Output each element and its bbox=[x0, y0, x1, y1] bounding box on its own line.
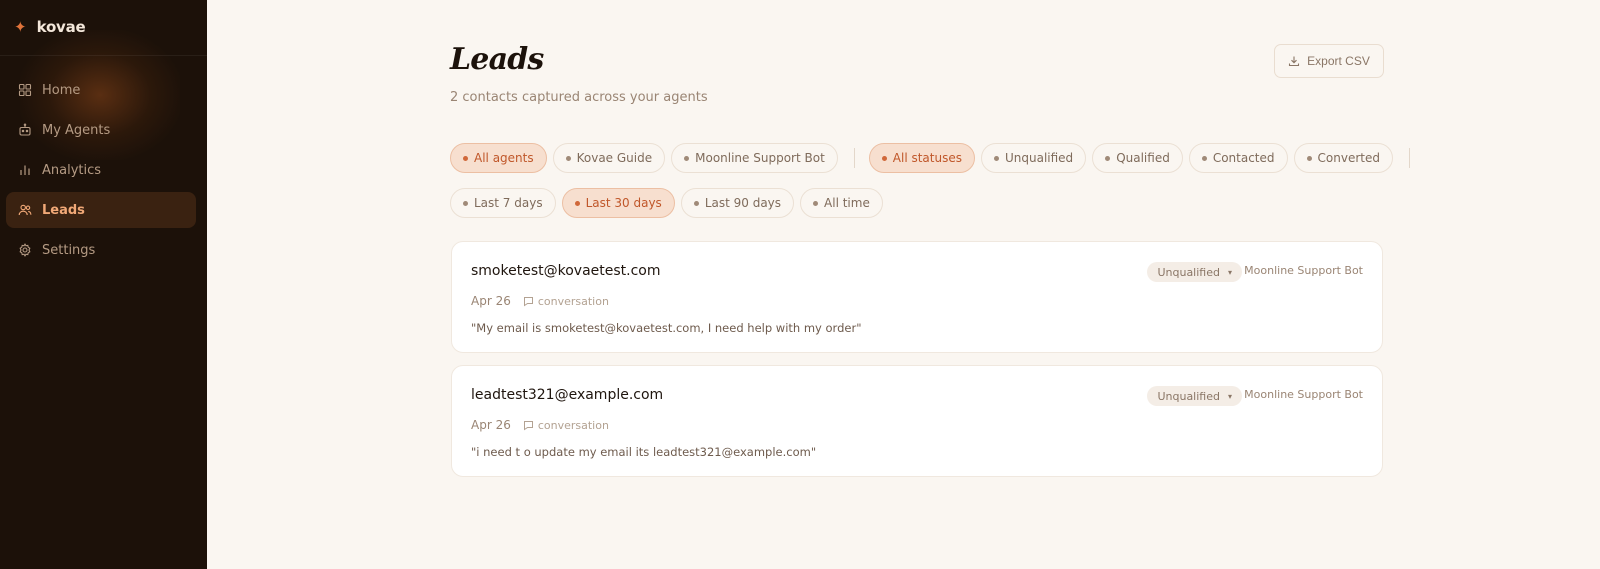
filter-range-last-7-days[interactable]: Last 7 days bbox=[450, 188, 556, 218]
filter-row-agents-statuses: All agents Kovae Guide Moonline Support … bbox=[450, 143, 1424, 173]
lead-date: Apr 26 bbox=[471, 294, 511, 308]
dot-icon bbox=[993, 155, 999, 161]
filter-status-converted[interactable]: Converted bbox=[1293, 143, 1393, 173]
filter-row-date-range: Last 7 days Last 30 days Last 90 days Al… bbox=[450, 188, 889, 218]
dot-icon bbox=[684, 155, 690, 161]
lead-source-label: conversation bbox=[537, 418, 609, 432]
dot-icon bbox=[881, 155, 887, 161]
page-title: Leads bbox=[450, 42, 544, 77]
lead-email: smoketest@kovaetest.com bbox=[471, 263, 661, 279]
filter-status-contacted[interactable]: Contacted bbox=[1188, 143, 1288, 173]
sidebar-item-label: Settings bbox=[42, 242, 96, 258]
sidebar-divider bbox=[0, 55, 207, 56]
chat-bubble-icon bbox=[523, 296, 533, 306]
sidebar-nav: Home My Agents Analytics Leads Settings bbox=[6, 72, 196, 272]
chip-label: All statuses bbox=[892, 151, 962, 165]
brand-name: kovae bbox=[36, 18, 86, 36]
dot-icon bbox=[463, 155, 468, 161]
dot-icon bbox=[813, 200, 819, 206]
lead-status-label: Unqualified bbox=[1157, 389, 1220, 403]
lead-meta: Apr 26 conversation bbox=[471, 294, 609, 308]
chip-label: Last 7 days bbox=[474, 196, 543, 210]
chevron-down-icon: ▾ bbox=[1227, 391, 1232, 401]
gear-icon bbox=[18, 243, 32, 257]
chip-label: All time bbox=[824, 196, 870, 210]
dot-icon bbox=[574, 200, 580, 206]
dot-icon bbox=[1201, 155, 1207, 161]
sidebar-item-home[interactable]: Home bbox=[6, 72, 196, 108]
filter-status-all[interactable]: All statuses bbox=[868, 143, 975, 173]
dot-icon bbox=[1306, 155, 1312, 161]
chip-label: Moonline Support Bot bbox=[695, 151, 825, 165]
users-icon bbox=[18, 203, 32, 217]
sidebar-item-my-agents[interactable]: My Agents bbox=[6, 112, 196, 148]
sidebar-item-label: My Agents bbox=[42, 122, 111, 138]
chip-label: Qualified bbox=[1116, 151, 1170, 165]
sidebar-item-settings[interactable]: Settings bbox=[6, 232, 196, 268]
export-csv-button[interactable]: Export CSV bbox=[1274, 44, 1384, 78]
filter-divider bbox=[1408, 148, 1410, 168]
dot-icon bbox=[693, 200, 699, 206]
filter-agent-all[interactable]: All agents bbox=[450, 143, 547, 173]
lead-meta: Apr 26 conversation bbox=[471, 418, 609, 432]
home-grid-icon bbox=[18, 83, 32, 97]
filter-agent-moonline-support-bot[interactable]: Moonline Support Bot bbox=[671, 143, 838, 173]
filter-agent-kovae-guide[interactable]: Kovae Guide bbox=[552, 143, 666, 173]
chip-label: Converted bbox=[1317, 151, 1380, 165]
lead-agent: Moonline Support Bot bbox=[1244, 264, 1363, 277]
dot-icon bbox=[1105, 155, 1111, 161]
lead-quote: "i need t o update my email its leadtest… bbox=[471, 445, 817, 459]
lead-card[interactable]: smoketest@kovaetest.com Apr 26 conversat… bbox=[451, 241, 1383, 353]
filter-range-last-90-days[interactable]: Last 90 days bbox=[680, 188, 795, 218]
chat-bubble-icon bbox=[523, 420, 533, 430]
dot-icon bbox=[565, 155, 571, 161]
filter-status-unqualified[interactable]: Unqualified bbox=[980, 143, 1087, 173]
sidebar-item-leads[interactable]: Leads bbox=[6, 192, 196, 228]
filter-status-qualified[interactable]: Qualified bbox=[1092, 143, 1183, 173]
filter-range-all-time[interactable]: All time bbox=[800, 188, 883, 218]
chip-label: Contacted bbox=[1212, 151, 1275, 165]
sidebar-item-label: Home bbox=[42, 82, 81, 98]
lead-source: conversation bbox=[523, 295, 609, 308]
lead-status-dropdown[interactable]: Unqualified ▾ bbox=[1147, 386, 1242, 406]
lead-card[interactable]: leadtest321@example.com Apr 26 conversat… bbox=[451, 365, 1383, 477]
chip-label: Last 90 days bbox=[704, 196, 782, 210]
sidebar-item-label: Analytics bbox=[42, 162, 102, 178]
lead-agent: Moonline Support Bot bbox=[1244, 388, 1363, 401]
bar-chart-icon bbox=[18, 163, 32, 177]
filter-divider bbox=[853, 148, 855, 168]
page-subtitle: 2 contacts captured across your agents bbox=[450, 90, 708, 105]
lead-status-dropdown[interactable]: Unqualified ▾ bbox=[1147, 262, 1242, 282]
sidebar-item-label: Leads bbox=[42, 202, 85, 218]
dot-icon bbox=[463, 200, 468, 206]
sparkle-logo-icon: ✦ bbox=[14, 17, 27, 36]
export-csv-label: Export CSV bbox=[1307, 54, 1370, 68]
chip-label: Unqualified bbox=[1004, 151, 1074, 165]
lead-status-label: Unqualified bbox=[1157, 265, 1220, 279]
lead-quote: "My email is smoketest@kovaetest.com, I … bbox=[471, 321, 862, 335]
lead-source: conversation bbox=[523, 419, 609, 432]
chip-label: Last 30 days bbox=[585, 196, 662, 210]
chevron-down-icon: ▾ bbox=[1227, 267, 1232, 277]
brand[interactable]: ✦ kovae bbox=[14, 14, 86, 40]
lead-source-label: conversation bbox=[537, 294, 609, 308]
lead-email: leadtest321@example.com bbox=[471, 387, 664, 403]
lead-date: Apr 26 bbox=[471, 418, 511, 432]
sidebar: ✦ kovae Home My Agents Analytics Leads S… bbox=[0, 0, 207, 569]
bot-icon bbox=[18, 123, 32, 137]
chip-label: All agents bbox=[474, 151, 534, 165]
filter-range-last-30-days[interactable]: Last 30 days bbox=[561, 188, 675, 218]
sidebar-item-analytics[interactable]: Analytics bbox=[6, 152, 196, 188]
download-icon bbox=[1289, 56, 1300, 67]
chip-label: Kovae Guide bbox=[576, 151, 653, 165]
